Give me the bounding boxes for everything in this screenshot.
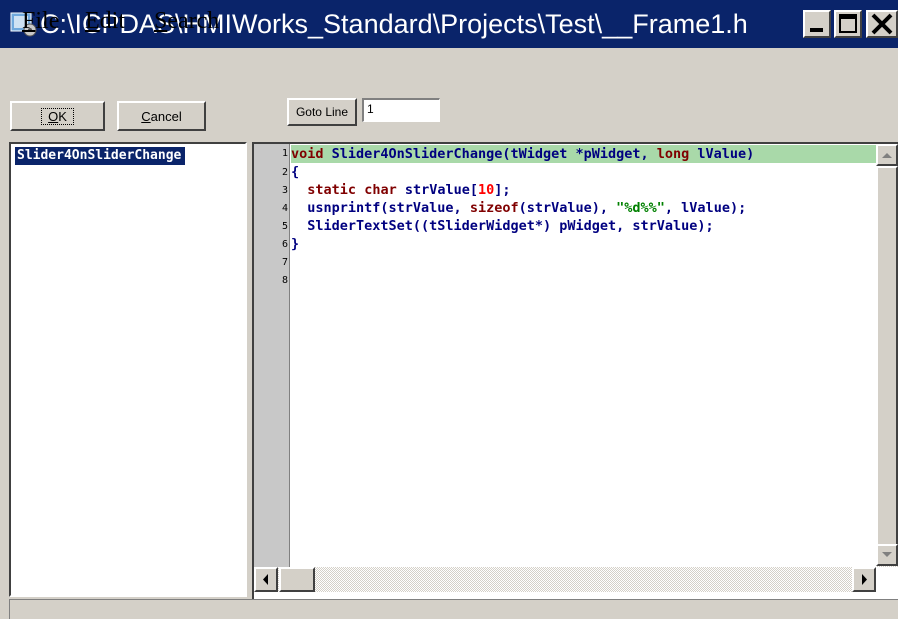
horizontal-scroll-thumb[interactable] — [279, 567, 315, 592]
maximize-button[interactable] — [834, 10, 862, 38]
vertical-scroll-thumb[interactable] — [876, 166, 898, 546]
code-line[interactable]: } — [291, 235, 299, 253]
scroll-down-button[interactable] — [876, 544, 898, 566]
code-editor[interactable]: 1 2 3 4 5 6 7 8 void Slider4OnSliderChan… — [252, 142, 898, 599]
maximize-icon — [839, 14, 857, 33]
menu-edit[interactable]: Edit — [85, 8, 125, 35]
line-number: 3 — [281, 185, 288, 196]
code-line[interactable]: usnprintf(strValue, sizeof(strValue), "%… — [291, 199, 746, 217]
vertical-scrollbar[interactable] — [876, 144, 898, 567]
line-number: 4 — [281, 203, 288, 214]
horizontal-scrollbar[interactable] — [254, 567, 876, 592]
arrow-left-icon — [263, 574, 268, 585]
cancel-button[interactable]: Cancel — [117, 101, 206, 131]
menu-bar — [0, 50, 898, 90]
function-list[interactable]: Slider4OnSliderChange — [9, 142, 247, 597]
window-title: C:\ICPDAS\HMIWorks_Standard\Projects\Tes… — [40, 9, 748, 39]
function-list-item[interactable]: Slider4OnSliderChange — [15, 147, 186, 165]
code-area[interactable]: void Slider4OnSliderChange(tWidget *pWid… — [291, 144, 876, 567]
line-number: 1 — [281, 148, 288, 159]
arrow-up-icon — [882, 153, 892, 158]
line-number: 6 — [281, 239, 288, 250]
scroll-left-button[interactable] — [254, 567, 278, 592]
goto-line-input[interactable]: 1 — [362, 98, 440, 122]
ok-label: OK — [41, 108, 74, 125]
minimize-icon — [810, 28, 823, 32]
line-number: 2 — [281, 167, 288, 178]
arrow-down-icon — [882, 552, 892, 557]
code-line[interactable]: void Slider4OnSliderChange(tWidget *pWid… — [291, 145, 876, 163]
code-line[interactable]: static char strValue[10]; — [291, 181, 510, 199]
minimize-button[interactable] — [803, 10, 831, 38]
goto-line-button[interactable]: Goto Line — [287, 98, 357, 126]
menu-search[interactable]: Search — [154, 8, 219, 35]
scroll-right-button[interactable] — [852, 567, 876, 592]
line-number: 5 — [281, 221, 288, 232]
status-bar — [9, 599, 898, 619]
code-line[interactable]: { — [291, 163, 299, 181]
close-icon — [871, 13, 893, 35]
arrow-right-icon — [862, 574, 867, 585]
ok-button[interactable]: OK — [10, 101, 105, 131]
code-line[interactable]: SliderTextSet((tSliderWidget*) pWidget, … — [291, 217, 713, 235]
line-number: 8 — [281, 275, 288, 286]
menu-file[interactable]: File — [22, 8, 59, 35]
scroll-up-button[interactable] — [876, 144, 898, 166]
close-button[interactable] — [866, 10, 898, 38]
line-number-gutter: 1 2 3 4 5 6 7 8 — [254, 144, 290, 567]
line-number: 7 — [281, 257, 288, 268]
